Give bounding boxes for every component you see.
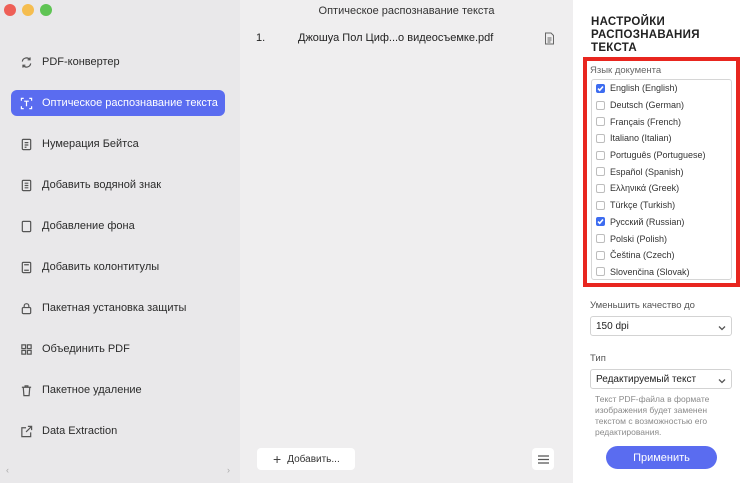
quality-select[interactable]: 150 dpi [590, 316, 732, 336]
hamburger-icon [537, 454, 549, 464]
language-label: Italiano (Italian) [610, 133, 672, 144]
language-label: Español (Spanish) [610, 166, 684, 177]
lock-icon [19, 301, 33, 315]
zoom-window-button[interactable] [40, 4, 52, 16]
trash-icon [19, 383, 33, 397]
chevron-down-icon [718, 323, 726, 331]
checkbox-icon[interactable] [596, 200, 605, 210]
refresh-icon [19, 55, 33, 69]
chevron-down-icon [718, 376, 726, 384]
sidebar-item-label: Data Extraction [42, 425, 118, 437]
minimize-window-button[interactable] [22, 4, 34, 16]
language-label: Slovenčina (Slovak) [610, 266, 690, 277]
sidebar-item-data-extraction[interactable]: Data Extraction [11, 418, 225, 444]
sidebar-item-header-footer[interactable]: Добавить колонтитулы [11, 254, 225, 280]
checkbox-icon[interactable] [596, 167, 605, 177]
page-title: Оптическое распознавание текста [318, 5, 495, 17]
type-label: Тип [590, 353, 606, 364]
sidebar-item-label: Оптическое распознавание текста [42, 97, 218, 109]
sidebar-item-label: Пакетная установка защиты [42, 302, 187, 314]
language-option[interactable]: Čeština (Czech) [592, 247, 731, 264]
sidebar-item-label: PDF-конвертер [42, 56, 120, 68]
add-file-button[interactable]: + Добавить... [257, 448, 355, 470]
header-footer-icon [19, 260, 33, 274]
type-select[interactable]: Редактируемый текст [590, 369, 732, 389]
sidebar-item-label: Добавить водяной знак [42, 179, 162, 191]
sidebar-item-background[interactable]: Добавление фона [11, 213, 225, 239]
sidebar-item-label: Добавление фона [42, 220, 135, 232]
sidebar-item-label: Добавить колонтитулы [42, 261, 160, 273]
language-label: Português (Portuguese) [610, 150, 706, 161]
export-icon [19, 424, 33, 438]
language-option[interactable]: Polski (Polish) [592, 230, 731, 247]
sidebar-item-watermark[interactable]: Добавить водяной знак [11, 172, 225, 198]
sidebar-item-label: Пакетное удаление [42, 384, 142, 396]
sidebar: PDF-конвертер Оптическое распознавание т… [0, 0, 240, 483]
sidebar-resize-left-icon[interactable]: ‹ [6, 465, 9, 475]
sidebar-resize-right-icon[interactable]: › [227, 465, 230, 475]
file-row[interactable]: 1. Джошуа Пол Циф...о видеосъемке.pdf [256, 32, 555, 48]
apply-button[interactable]: Применить [606, 446, 717, 469]
language-option[interactable]: Deutsch (German) [592, 97, 731, 114]
sidebar-item-ocr[interactable]: Оптическое распознавание текста [11, 90, 225, 116]
checkbox-icon[interactable] [596, 250, 605, 260]
merge-icon [19, 342, 33, 356]
quality-value: 150 dpi [596, 320, 629, 332]
file-number: 1. [256, 32, 266, 44]
sidebar-item-label: Объединить PDF [42, 343, 130, 355]
type-value: Редактируемый текст [596, 373, 697, 385]
language-label: Ελληνικά (Greek) [610, 183, 680, 194]
list-menu-button[interactable] [532, 448, 554, 470]
language-label: Türkçe (Turkish) [610, 200, 676, 211]
checkbox-icon[interactable] [596, 133, 605, 143]
language-label: Русский (Russian) [610, 216, 685, 227]
language-label: Français (French) [610, 116, 682, 127]
bates-numbering-icon [19, 137, 33, 151]
language-option[interactable]: Slovenčina (Slovak) [592, 264, 731, 281]
language-label: Deutsch (German) [610, 100, 685, 111]
language-label: Čeština (Czech) [610, 250, 675, 261]
add-file-label: Добавить... [287, 453, 340, 465]
quality-label: Уменьшить качество до [590, 300, 695, 311]
file-settings-icon[interactable] [544, 32, 555, 45]
ocr-scan-icon [19, 96, 33, 110]
checkbox-checked-icon[interactable] [596, 83, 605, 93]
sidebar-item-merge[interactable]: Объединить PDF [11, 336, 225, 362]
file-name: Джошуа Пол Циф...о видеосъемке.pdf [298, 32, 494, 44]
language-label: Polski (Polish) [610, 233, 668, 244]
checkbox-icon[interactable] [596, 117, 605, 127]
checkbox-icon[interactable] [596, 234, 605, 244]
language-option[interactable]: English (English) [592, 80, 731, 97]
checkbox-checked-icon[interactable] [596, 217, 605, 227]
language-option[interactable]: Français (French) [592, 113, 731, 130]
type-description: Текст PDF-файла в формате изображения бу… [595, 394, 710, 437]
checkbox-icon[interactable] [596, 267, 605, 277]
sidebar-item-batch-delete[interactable]: Пакетное удаление [11, 377, 225, 403]
sidebar-item-bates[interactable]: Нумерация Бейтса [11, 131, 225, 157]
checkbox-icon[interactable] [596, 100, 605, 110]
sidebar-item-pdf-converter[interactable]: PDF-конвертер [11, 49, 225, 75]
checkbox-icon[interactable] [596, 150, 605, 160]
sidebar-item-security[interactable]: Пакетная установка защиты [11, 295, 225, 321]
main-area: Оптическое распознавание текста 1. Джошу… [240, 0, 573, 483]
close-window-button[interactable] [4, 4, 16, 16]
language-option[interactable]: Italiano (Italian) [592, 130, 731, 147]
language-option[interactable]: Ελληνικά (Greek) [592, 180, 731, 197]
window-controls [4, 4, 52, 16]
language-option[interactable]: Español (Spanish) [592, 163, 731, 180]
document-language-label: Язык документа [590, 65, 662, 76]
language-option[interactable]: Türkçe (Turkish) [592, 197, 731, 214]
plus-icon: + [273, 451, 282, 467]
sidebar-item-label: Нумерация Бейтса [42, 138, 139, 150]
language-label: English (English) [610, 83, 678, 94]
language-option[interactable]: Português (Portuguese) [592, 147, 731, 164]
background-icon [19, 219, 33, 233]
watermark-icon [19, 178, 33, 192]
panel-title: НАСТРОЙКИ РАСПОЗНАВАНИЯ ТЕКСТА [591, 16, 700, 54]
language-list[interactable]: English (English) Deutsch (German) Franç… [591, 79, 732, 280]
checkbox-icon[interactable] [596, 183, 605, 193]
language-option[interactable]: Русский (Russian) [592, 214, 731, 231]
